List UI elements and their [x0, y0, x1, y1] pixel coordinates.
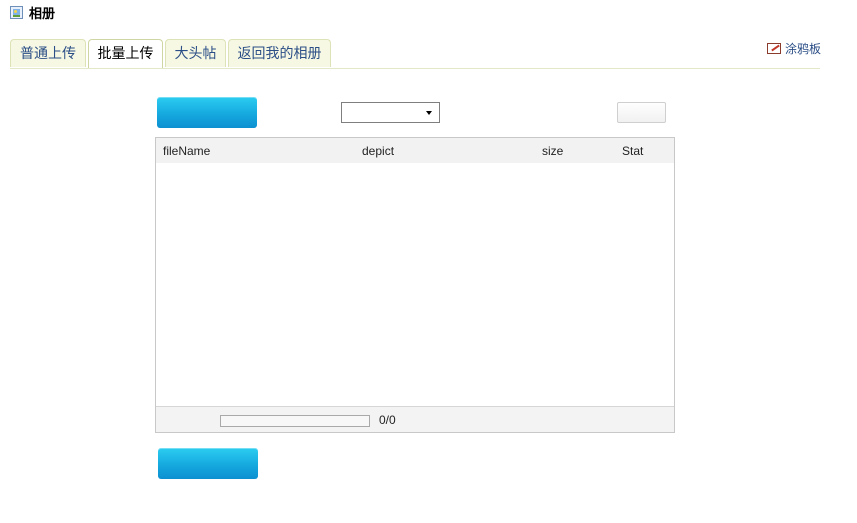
tab-normal-upload[interactable]: 普通上传 — [10, 39, 86, 67]
table-header: fileName depict size Stat — [156, 138, 674, 163]
start-upload-button[interactable] — [158, 448, 258, 479]
column-header-depict: depict — [362, 144, 395, 158]
upload-count: 0/0 — [379, 413, 396, 427]
page-title: 相册 — [29, 6, 56, 22]
tab-batch-upload[interactable]: 批量上传 — [88, 39, 163, 68]
doodle-board-label: 涂鸦板 — [784, 42, 821, 56]
column-header-stat: Stat — [622, 144, 644, 158]
doodle-board-link[interactable]: 涂鸦板 — [766, 40, 821, 57]
tab-bar: 普通上传 批量上传 大头帖 返回我的相册 — [10, 39, 820, 69]
select-files-button[interactable] — [157, 97, 257, 128]
tab-big-head-post[interactable]: 大头帖 — [165, 39, 226, 67]
column-header-size: size — [542, 144, 564, 158]
page-header: 相册 — [10, 3, 56, 22]
upload-file-table: fileName depict size Stat 0/0 — [155, 137, 675, 433]
table-body — [156, 163, 674, 406]
upload-progress-bar — [220, 415, 370, 427]
album-icon — [10, 5, 23, 19]
album-select[interactable] — [341, 102, 440, 123]
chevron-down-icon — [426, 111, 432, 115]
table-footer: 0/0 — [156, 406, 674, 432]
tab-back-to-my-album[interactable]: 返回我的相册 — [228, 39, 331, 67]
column-header-filename: fileName — [163, 144, 211, 158]
clear-button[interactable] — [617, 102, 666, 123]
pencil-icon — [766, 43, 781, 54]
